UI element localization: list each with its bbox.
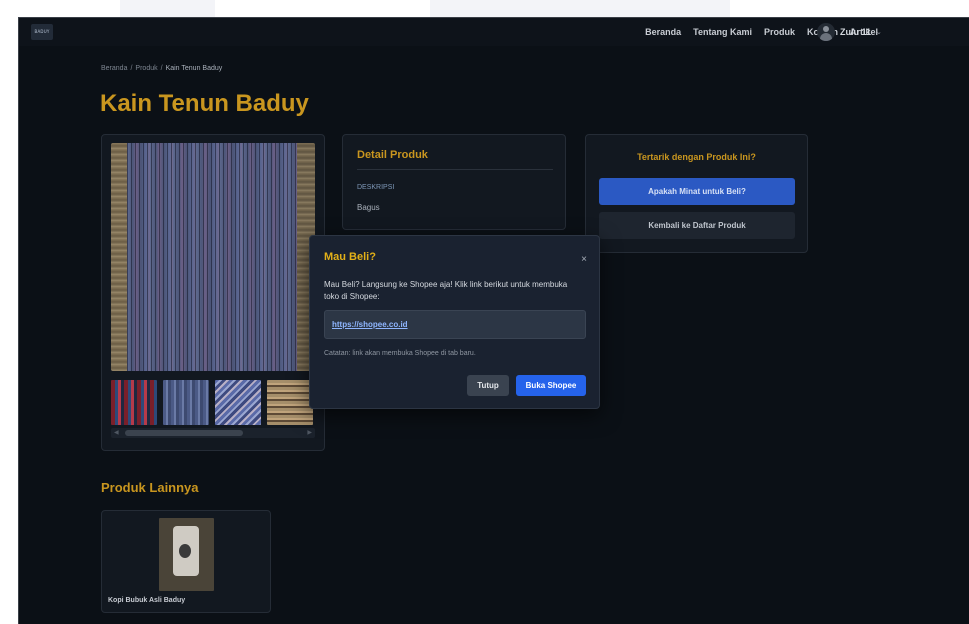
chevron-down-icon: ⌄ bbox=[876, 29, 882, 36]
cta-title: Tertarik dengan Produk Ini? bbox=[637, 152, 756, 162]
description-value: Bagus bbox=[357, 203, 380, 212]
back-to-list-button[interactable]: Kembali ke Daftar Produk bbox=[599, 212, 795, 239]
nav-link-tentang-kami[interactable]: Tentang Kami bbox=[693, 27, 752, 37]
close-button[interactable]: Tutup bbox=[467, 375, 509, 396]
thumbnail-scrollbar[interactable]: ◀ ▶ bbox=[111, 428, 315, 438]
page-title: Kain Tenun Baduy bbox=[100, 90, 309, 117]
breadcrumb-current: Kain Tenun Baduy bbox=[165, 65, 223, 72]
main-product-image[interactable] bbox=[111, 143, 315, 371]
breadcrumb-separator: / bbox=[130, 65, 133, 72]
product-card[interactable]: Kopi Bubuk Asli Baduy bbox=[101, 510, 271, 613]
cta-card: Tertarik dengan Produk Ini? Apakah Minat… bbox=[585, 134, 808, 253]
detail-card: Detail Produk DESKRIPSI Bagus bbox=[342, 134, 566, 230]
breadcrumb-beranda[interactable]: Beranda bbox=[101, 65, 127, 72]
breadcrumb-separator: / bbox=[160, 65, 163, 72]
open-shopee-button[interactable]: Buka Shopee bbox=[516, 375, 586, 396]
avatar bbox=[817, 23, 835, 41]
top-stripe-left bbox=[120, 0, 215, 17]
other-products-title: Produk Lainnya bbox=[101, 480, 199, 495]
thumbnail[interactable] bbox=[215, 380, 261, 425]
user-name: Zulu 11 bbox=[840, 27, 872, 37]
divider bbox=[357, 169, 553, 170]
product-name[interactable]: Kopi Bubuk Asli Baduy bbox=[108, 597, 185, 604]
modal-note: Catatan: link akan membuka Shopee di tab… bbox=[324, 350, 476, 357]
close-icon[interactable]: × bbox=[581, 254, 587, 265]
shopee-link-box: https://shopee.co.id bbox=[324, 310, 586, 339]
app-window: BADUY Beranda Tentang Kami Produk Konten… bbox=[18, 17, 969, 624]
detail-title: Detail Produk bbox=[357, 149, 428, 161]
product-image[interactable] bbox=[159, 518, 214, 591]
thumbnail[interactable] bbox=[111, 380, 157, 425]
image-background-left bbox=[111, 143, 127, 371]
shopee-link[interactable]: https://shopee.co.id bbox=[332, 320, 408, 329]
coffee-bag-image bbox=[173, 526, 199, 576]
thumbnail[interactable] bbox=[163, 380, 209, 425]
scroll-left-icon[interactable]: ◀ bbox=[114, 429, 119, 436]
logo[interactable]: BADUY bbox=[31, 24, 53, 40]
breadcrumb: Beranda / Produk / Kain Tenun Baduy bbox=[101, 65, 222, 72]
nav-link-produk[interactable]: Produk bbox=[764, 27, 795, 37]
woven-cloth-image bbox=[127, 143, 297, 371]
thumbnail-strip bbox=[111, 380, 315, 425]
product-gallery: ◀ ▶ bbox=[101, 134, 325, 451]
buy-modal: Mau Beli? × Mau Beli? Langsung ke Shopee… bbox=[309, 235, 600, 409]
thumbnail[interactable] bbox=[267, 380, 313, 425]
user-menu[interactable]: Zulu 11 ⌄ bbox=[817, 21, 882, 43]
breadcrumb-produk[interactable]: Produk bbox=[135, 65, 157, 72]
interest-buy-button[interactable]: Apakah Minat untuk Beli? bbox=[599, 178, 795, 205]
scrollbar-thumb[interactable] bbox=[125, 430, 243, 436]
scroll-right-icon[interactable]: ▶ bbox=[307, 429, 312, 436]
modal-title: Mau Beli? bbox=[324, 251, 376, 263]
nav-link-beranda[interactable]: Beranda bbox=[645, 27, 681, 37]
top-stripe-right bbox=[430, 0, 730, 17]
navbar: BADUY Beranda Tentang Kami Produk Konten… bbox=[19, 18, 969, 46]
description-label: DESKRIPSI bbox=[357, 184, 395, 191]
modal-body: Mau Beli? Langsung ke Shopee aja! Klik l… bbox=[324, 280, 568, 301]
